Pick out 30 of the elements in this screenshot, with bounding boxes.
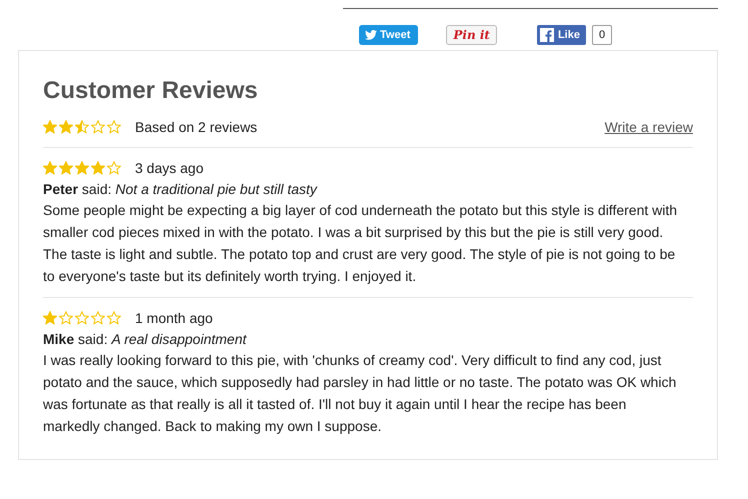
- star-icon: [59, 161, 73, 175]
- star-icon: [43, 161, 57, 175]
- half-star-icon: [75, 120, 89, 134]
- review-date: 1 month ago: [135, 310, 213, 326]
- like-button[interactable]: Like: [536, 25, 586, 45]
- star-icon: [43, 120, 57, 134]
- empty-star-icon: [59, 311, 73, 325]
- review-text: Some people might be expecting a big layer of cod underneath the potato but this style is different with smaller cod pieces mixed in with the potato. I was a bit surprised by this but the pie is still very good. The taste is light and subtle. The potato top and crust are very good. The style of pie is not going to be to everyone's taste but its definitely worth trying. I enjoyed it.: [43, 201, 678, 286]
- write-review-link[interactable]: Write a review: [604, 119, 693, 135]
- review-summary: Based on 2 reviews: [135, 119, 258, 135]
- star-icon: [75, 161, 89, 175]
- empty-star-icon: [75, 311, 89, 325]
- reviews-title: Customer Reviews: [43, 77, 259, 105]
- star-icon: [91, 161, 105, 175]
- star-icon: [59, 120, 73, 134]
- empty-star-icon: [107, 161, 121, 175]
- pin-it-button[interactable]: Pin it: [446, 25, 497, 45]
- star-icon: [43, 311, 57, 325]
- f-logo-icon: [540, 28, 554, 42]
- tweet-button[interactable]: Tweet: [359, 25, 418, 45]
- review-text: I was really looking forward to this pie, with 'chunks of creamy cod'. Very difficult to find any cod, just potato and the sauce, which supposedly had parsley in had little or no taste. The potato was OK which was fortunate as that really is all it tasted of. I'll not buy it again until I hear the recipe has been markedly changed. Back to making my own I suppose.: [43, 351, 678, 436]
- empty-star-icon: [107, 311, 121, 325]
- bird-icon: [365, 30, 377, 40]
- review-date: 3 days ago: [135, 160, 204, 176]
- empty-star-icon: [91, 120, 105, 134]
- empty-star-icon: [91, 311, 105, 325]
- review-byline: Mike said: A real disappointment: [43, 330, 248, 349]
- empty-star-icon: [107, 120, 121, 134]
- like-count: 0: [592, 25, 612, 45]
- review-byline: Peter said: Not a traditional pie but still tasty: [43, 180, 318, 199]
